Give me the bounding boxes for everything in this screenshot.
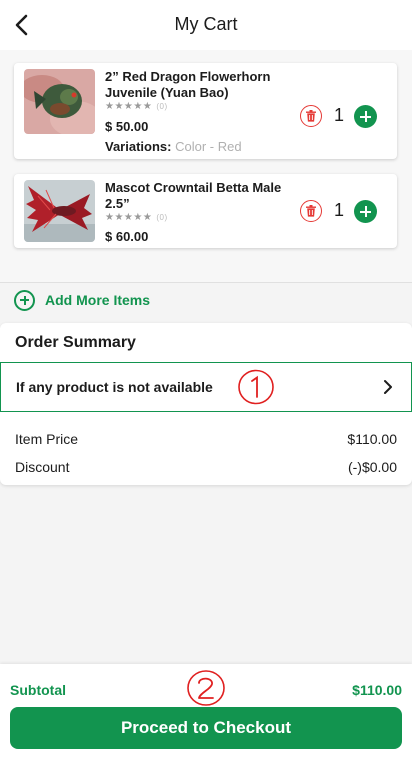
- app-header: My Cart: [0, 0, 412, 50]
- checkout-bar: Subtotal $110.00 Proceed to Checkout: [0, 664, 412, 759]
- product-image: [24, 69, 95, 134]
- order-summary-title: Order Summary: [15, 334, 136, 351]
- item-price-value: $110.00: [347, 431, 397, 447]
- unavailable-product-option[interactable]: If any product is not available: [0, 362, 412, 412]
- product-variations: Variations: Color - Red: [105, 139, 242, 154]
- annotation-marker-1: [238, 369, 274, 405]
- product-image: [24, 180, 95, 242]
- cart-item: Mascot Crowntail Betta Male 2.5” ★★★★★ (0…: [14, 174, 397, 248]
- trash-icon: [306, 110, 316, 122]
- plus-circle-icon: [14, 289, 35, 311]
- order-summary-card: Order Summary If any product is not avai…: [0, 323, 412, 485]
- delete-item-button[interactable]: [300, 200, 322, 222]
- section-divider: [0, 282, 412, 283]
- delete-item-button[interactable]: [300, 105, 322, 127]
- trash-icon: [306, 205, 316, 217]
- discount-row: Discount (-)$0.00: [15, 459, 397, 475]
- item-price-label: Item Price: [15, 431, 79, 447]
- rating-count: (0): [156, 102, 168, 111]
- quantity-value: 1: [333, 105, 344, 125]
- quantity-value: 1: [333, 200, 344, 220]
- star-rating: ★★★★★: [105, 212, 153, 223]
- unavailable-product-label: If any product is not available: [16, 379, 213, 395]
- discount-value: (-)$0.00: [347, 459, 397, 475]
- chevron-right-icon: [384, 380, 392, 394]
- add-more-items-button[interactable]: Add More Items: [14, 289, 150, 311]
- cart-item: 2” Red Dragon Flowerhorn Juvenile (Yuan …: [14, 63, 397, 159]
- item-price-row: Item Price $110.00: [15, 431, 397, 447]
- increase-quantity-button[interactable]: [354, 105, 377, 128]
- rating-stars: ★★★★★ (0): [105, 212, 168, 223]
- cart-list: 2” Red Dragon Flowerhorn Juvenile (Yuan …: [0, 50, 412, 282]
- variations-value: Color - Red: [175, 139, 242, 154]
- add-more-items-label: Add More Items: [45, 292, 151, 308]
- star-rating: ★★★★★: [105, 101, 153, 112]
- subtotal-label: Subtotal: [10, 682, 66, 698]
- product-price: $ 60.00: [105, 229, 149, 244]
- annotation-marker-2: [187, 670, 225, 706]
- rating-count: (0): [156, 213, 168, 222]
- increase-quantity-button[interactable]: [354, 200, 377, 223]
- product-name[interactable]: Mascot Crowntail Betta Male 2.5”: [105, 180, 295, 212]
- subtotal-value: $110.00: [352, 682, 402, 698]
- proceed-to-checkout-button[interactable]: Proceed to Checkout: [10, 707, 402, 749]
- discount-label: Discount: [15, 459, 70, 475]
- rating-stars: ★★★★★ (0): [105, 101, 168, 112]
- variations-label: Variations:: [105, 139, 172, 154]
- product-name[interactable]: 2” Red Dragon Flowerhorn Juvenile (Yuan …: [105, 69, 295, 101]
- page-title: My Cart: [174, 14, 238, 34]
- product-price: $ 50.00: [105, 119, 149, 134]
